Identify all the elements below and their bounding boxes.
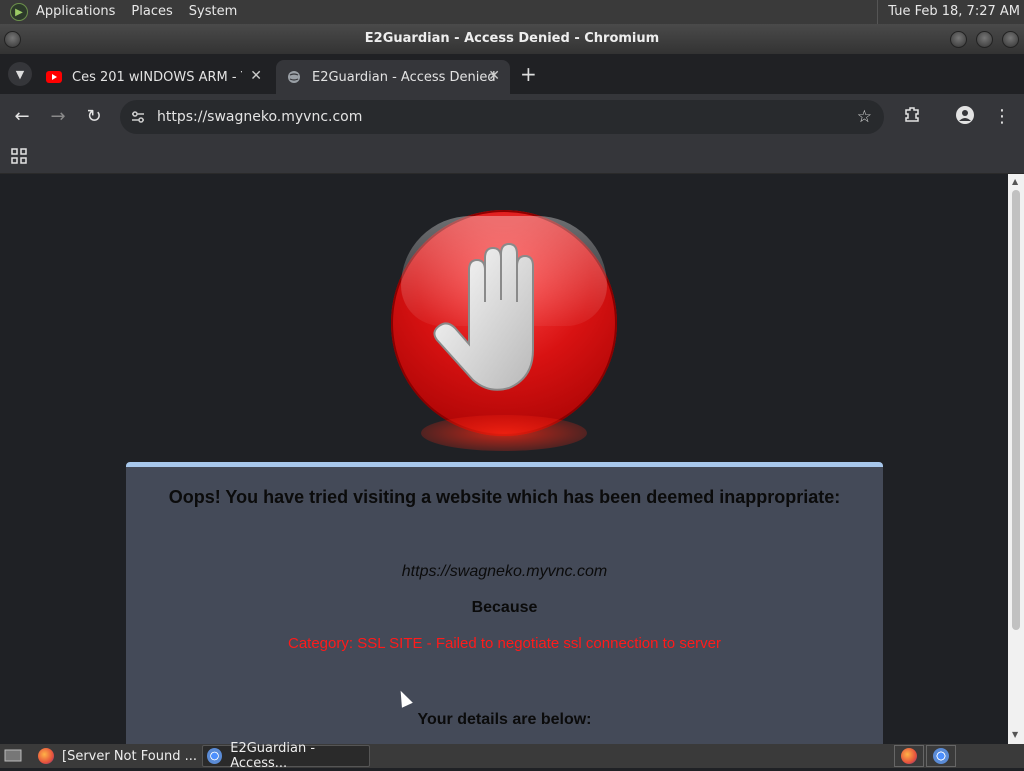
block-reason: Category: SSL SITE - Failed to negotiate… [288, 635, 721, 652]
tab-label: Ces 201 wINDOWS ARM - Yo [72, 69, 242, 85]
bookmark-star-icon[interactable]: ☆ [857, 107, 872, 127]
reload-button[interactable]: ↻ [82, 105, 106, 129]
taskbar-item-firefox[interactable]: [Server Not Found ... [34, 745, 198, 767]
desktop-icon [4, 749, 22, 762]
taskbar: [Server Not Found ... E2Guardian - Acces… [0, 741, 1024, 771]
tab-search-button[interactable]: ▼ [8, 62, 32, 86]
profile-icon[interactable] [953, 105, 977, 132]
globe-icon [286, 69, 302, 85]
apps-grid-icon[interactable] [11, 148, 27, 168]
scroll-up-arrow-icon[interactable]: ▲ [1012, 177, 1018, 186]
denied-heading: Oops! You have tried visiting a website … [168, 487, 841, 507]
chevron-down-icon: ▼ [15, 67, 25, 81]
tray-firefox-launcher[interactable] [894, 745, 924, 767]
menu-system[interactable]: System [181, 0, 245, 24]
menu-applications[interactable]: Applications [28, 0, 123, 24]
maximize-button[interactable] [976, 31, 993, 48]
window-titlebar: E2Guardian - Access Denied - Chromium [0, 24, 1024, 54]
url-text[interactable]: https://swagneko.myvnc.com [157, 100, 362, 134]
bookmarks-bar [0, 140, 1024, 174]
because-label: Because [471, 599, 538, 616]
close-tab-icon[interactable]: ✕ [488, 68, 500, 84]
forward-button[interactable]: → [46, 105, 70, 129]
taskbar-item-chromium[interactable]: E2Guardian - Access... [202, 741, 370, 771]
kebab-menu-icon[interactable]: ⋮ [990, 105, 1014, 129]
close-window-button[interactable] [1002, 31, 1019, 48]
show-desktop-button[interactable] [2, 745, 26, 767]
stop-hand-icon [391, 210, 617, 451]
close-tab-icon[interactable]: ✕ [250, 68, 262, 84]
tab-strip: ▼ Ces 201 wINDOWS ARM - Yo ✕ E2Guardian … [0, 54, 1024, 94]
extensions-icon[interactable] [900, 105, 924, 130]
page-scrollbar[interactable]: ▲ ▼ [1008, 174, 1024, 744]
page-content: Oops! You have tried visiting a website … [0, 174, 1008, 744]
back-button[interactable]: ← [10, 105, 34, 129]
new-tab-button[interactable]: + [520, 62, 537, 86]
hand-icon [433, 242, 534, 391]
firefox-icon [38, 748, 54, 764]
desktop-top-panel: ▶ Applications Places System Tue Feb 18,… [0, 0, 1024, 24]
firefox-icon [901, 748, 917, 764]
window-menu-button[interactable] [4, 31, 21, 48]
tab-youtube[interactable]: Ces 201 wINDOWS ARM - Yo ✕ [36, 60, 272, 94]
distro-logo-icon[interactable]: ▶ [10, 3, 28, 21]
desktop-menu: ▶ Applications Places System [0, 0, 245, 24]
stop-glow [421, 415, 587, 451]
taskbar-item-label: E2Guardian - Access... [230, 741, 316, 771]
details-heading: Your details are below: [417, 711, 592, 728]
address-bar[interactable]: https://swagneko.myvnc.com ☆ [120, 100, 884, 134]
scrollbar-thumb[interactable] [1012, 190, 1020, 630]
chromium-icon [933, 748, 949, 764]
tab-label: E2Guardian - Access Denied [312, 69, 496, 85]
tray-chromium-launcher[interactable] [926, 745, 956, 767]
minimize-button[interactable] [950, 31, 967, 48]
blocked-url: https://swagneko.myvnc.com [401, 563, 608, 580]
youtube-icon [46, 69, 62, 85]
access-denied-panel: Oops! You have tried visiting a website … [126, 462, 883, 744]
taskbar-item-label: [Server Not Found ... [62, 748, 197, 764]
chromium-icon [207, 748, 223, 764]
window-title: E2Guardian - Access Denied - Chromium [364, 31, 660, 46]
clock[interactable]: Tue Feb 18, 7:27 AM [877, 0, 1020, 24]
scroll-down-arrow-icon[interactable]: ▼ [1012, 730, 1018, 739]
menu-places[interactable]: Places [123, 0, 180, 24]
tab-e2guardian[interactable]: E2Guardian - Access Denied ✕ [276, 60, 510, 94]
browser-toolbar: ← → ↻ https://swagneko.myvnc.com ☆ ⋮ [0, 94, 1024, 140]
site-settings-icon[interactable] [130, 109, 146, 125]
